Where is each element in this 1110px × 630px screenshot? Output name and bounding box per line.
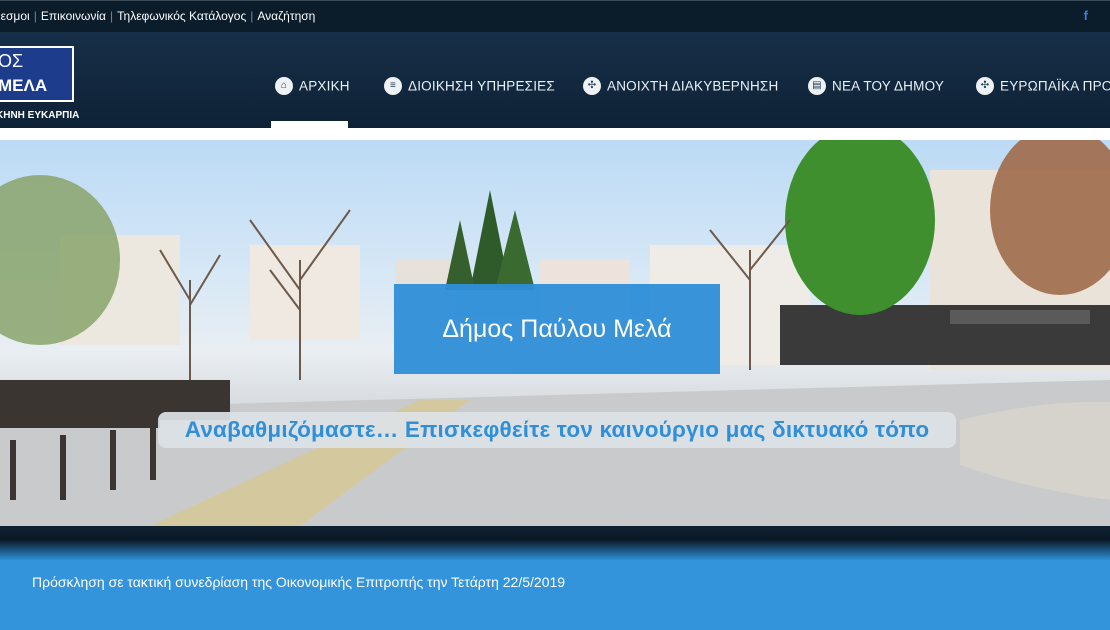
top-link-institutions[interactable]: θεσμοι	[0, 9, 30, 23]
site-header: ΟΣ ΜΕΛΑ ΚΗΝΗ ΕΥΚΑΡΠΙΑ ⌂ ΑΡΧΙΚΗ ≡ ΔΙΟΙΚΗΣΗ …	[0, 32, 1110, 128]
nav-item-label: ΝΕΑ ΤΟΥ ΔΗΜΟΥ	[832, 78, 945, 94]
home-icon: ⌂	[275, 77, 293, 95]
shadow-band	[0, 526, 1110, 560]
separator: |	[109, 9, 114, 23]
nav-item-home[interactable]: ⌂ ΑΡΧΙΚΗ	[275, 77, 350, 97]
facebook-icon[interactable]: f	[1084, 8, 1088, 23]
network-icon: ✣	[583, 77, 601, 95]
hero-subtitle-link[interactable]: Αναβαθμιζόμαστε… Επισκεφθείτε τον καινού…	[158, 412, 956, 448]
top-link-phone-directory[interactable]: Τηλεφωνικός Κατάλογος	[117, 9, 246, 23]
nav-item-administration[interactable]: ≡ ΔΙΟΙΚΗΣΗ ΥΠΗΡΕΣΙΕΣ	[384, 77, 555, 97]
hero-title: Δήμος Παύλου Μελά	[394, 284, 720, 374]
top-links: θεσμοι|Επικοινωνία|Τηλεφωνικός Κατάλογος…	[0, 9, 315, 23]
active-nav-indicator	[271, 121, 348, 128]
top-link-search[interactable]: Αναζήτηση	[257, 9, 315, 23]
nav-item-news[interactable]: ▤ ΝΕΑ ΤΟΥ ΔΗΜΟΥ	[808, 77, 944, 97]
main-nav: ⌂ ΑΡΧΙΚΗ ≡ ΔΙΟΙΚΗΣΗ ΥΠΗΡΕΣΙΕΣ ✣ ΑΝΟΙΧΤΗ ΔΙΑ…	[0, 32, 1110, 128]
nav-item-label: ΕΥΡΩΠΑΪΚΑ ΠΡΟΓ	[1000, 78, 1110, 94]
menu-icon: ≡	[384, 77, 402, 95]
separator: |	[250, 9, 254, 23]
network-icon: ✣	[976, 77, 994, 95]
header-spacer	[0, 128, 1110, 140]
nav-item-open-government[interactable]: ✣ ΑΝΟΙΧΤΗ ΔΙΑΚΥΒΕΡΝΗΣΗ	[583, 77, 778, 97]
hero-banner: Δήμος Παύλου Μελά Αναβαθμιζόμαστε… Επισκ…	[0, 140, 1110, 526]
document-icon: ▤	[808, 77, 826, 95]
top-utility-bar: θεσμοι|Επικοινωνία|Τηλεφωνικός Κατάλογος…	[0, 0, 1110, 32]
nav-item-label: ΔΙΟΙΚΗΣΗ ΥΠΗΡΕΣΙΕΣ	[408, 78, 555, 94]
top-link-contact[interactable]: Επικοινωνία	[41, 9, 106, 23]
news-ticker: Πρόσκληση σε τακτική συνεδρίαση της Οικο…	[0, 560, 1110, 630]
news-headline-link[interactable]: Πρόσκληση σε τακτική συνεδρίαση της Οικο…	[32, 574, 565, 590]
nav-item-european-programs[interactable]: ✣ ΕΥΡΩΠΑΪΚΑ ΠΡΟΓ	[976, 77, 1110, 97]
nav-item-label: ΑΝΟΙΧΤΗ ΔΙΑΚΥΒΕΡΝΗΣΗ	[607, 78, 779, 94]
nav-item-label: ΑΡΧΙΚΗ	[299, 78, 350, 94]
separator: |	[33, 9, 37, 23]
